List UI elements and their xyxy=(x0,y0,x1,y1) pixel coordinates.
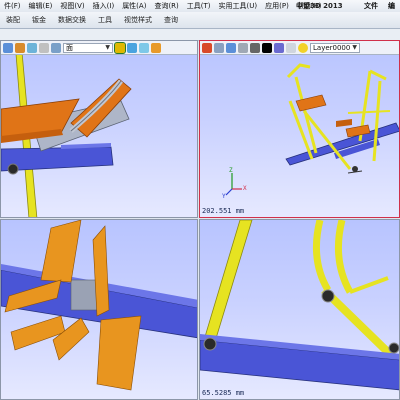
select-icon[interactable] xyxy=(3,42,13,53)
layer-icon[interactable] xyxy=(202,42,212,53)
viewport-toolbar-tl: 面 ▼ xyxy=(1,41,197,55)
scale-label-tr: 202.551 mm xyxy=(202,207,245,215)
menu-edit-right[interactable]: 编 xyxy=(383,0,400,12)
menu-file-right[interactable]: 文件 xyxy=(359,0,383,12)
menu-bar: 件(F) 编辑(E) 视图(V) 插入(I) 属性(A) 查询(R) 工具(T)… xyxy=(0,0,326,12)
tab-sheet-metal[interactable]: 钣金 xyxy=(26,12,52,28)
scale-label-br: 65.5285 mm xyxy=(202,389,245,397)
cube-icon[interactable] xyxy=(127,42,137,53)
viewport-top-left[interactable]: 面 ▼ xyxy=(0,40,198,218)
axis-label-y: Y xyxy=(222,193,226,200)
app-title: 中望3D 2013 xyxy=(296,2,343,10)
menu-file[interactable]: 件(F) xyxy=(0,0,25,12)
lightbulb-icon[interactable] xyxy=(298,42,308,53)
menu-utilities[interactable]: 实用工具(U) xyxy=(215,0,262,12)
axis-label-z: Z xyxy=(229,167,233,174)
ribbon-tabs: 装配 钣金 数据交换 工具 视觉样式 查询 xyxy=(0,12,400,29)
layers-icon[interactable] xyxy=(238,42,248,53)
menu-apps[interactable]: 应用(P) xyxy=(261,0,293,12)
viewport-top-right[interactable]: Z X Y Layer0000 ▼ 202.551 mm xyxy=(199,40,400,218)
viewport-bottom-right[interactable]: 65.5285 mm xyxy=(199,219,400,400)
view-icon[interactable] xyxy=(226,42,236,53)
color-black-swatch[interactable] xyxy=(262,42,272,53)
tab-data-exchange[interactable]: 数据交换 xyxy=(52,12,92,28)
model-view-full-machine xyxy=(225,63,399,196)
menu-tools[interactable]: 工具(T) xyxy=(183,0,215,12)
shade-icon[interactable] xyxy=(139,42,149,53)
model-view-pedal-closeup xyxy=(1,220,197,391)
viewport-bottom-left[interactable] xyxy=(0,219,198,400)
tab-assembly[interactable]: 装配 xyxy=(0,12,26,28)
filter-icon[interactable] xyxy=(27,42,37,53)
tab-query[interactable]: 查询 xyxy=(158,12,184,28)
menu-attribute[interactable]: 属性(A) xyxy=(118,0,150,12)
render-icon[interactable] xyxy=(151,42,161,53)
menu-edit[interactable]: 编辑(E) xyxy=(25,0,57,12)
model-view-frame-closeup xyxy=(200,220,399,391)
orient-icon[interactable] xyxy=(114,41,126,54)
filter-dropdown[interactable]: 面 ▼ xyxy=(63,42,113,53)
color-blue-swatch[interactable] xyxy=(274,42,284,53)
menu-query[interactable]: 查询(R) xyxy=(150,0,182,12)
pencil-icon[interactable] xyxy=(39,42,49,53)
line-icon[interactable] xyxy=(250,42,260,53)
tab-visual-style[interactable]: 视觉样式 xyxy=(118,12,158,28)
viewport-toolbar-tr: Layer0000 ▼ xyxy=(200,41,399,55)
axis-label-x: X xyxy=(243,185,247,192)
menu-view[interactable]: 视图(V) xyxy=(56,0,88,12)
tab-tools[interactable]: 工具 xyxy=(92,12,118,28)
model-view-seat-closeup xyxy=(1,41,132,217)
line-weight-icon[interactable] xyxy=(286,42,296,53)
rotate-icon[interactable] xyxy=(15,42,25,53)
menu-insert[interactable]: 插入(I) xyxy=(89,0,119,12)
layer-dropdown[interactable]: Layer0000 ▼ xyxy=(310,42,360,53)
arrow-icon[interactable] xyxy=(214,42,224,53)
grid-icon[interactable] xyxy=(51,42,61,53)
